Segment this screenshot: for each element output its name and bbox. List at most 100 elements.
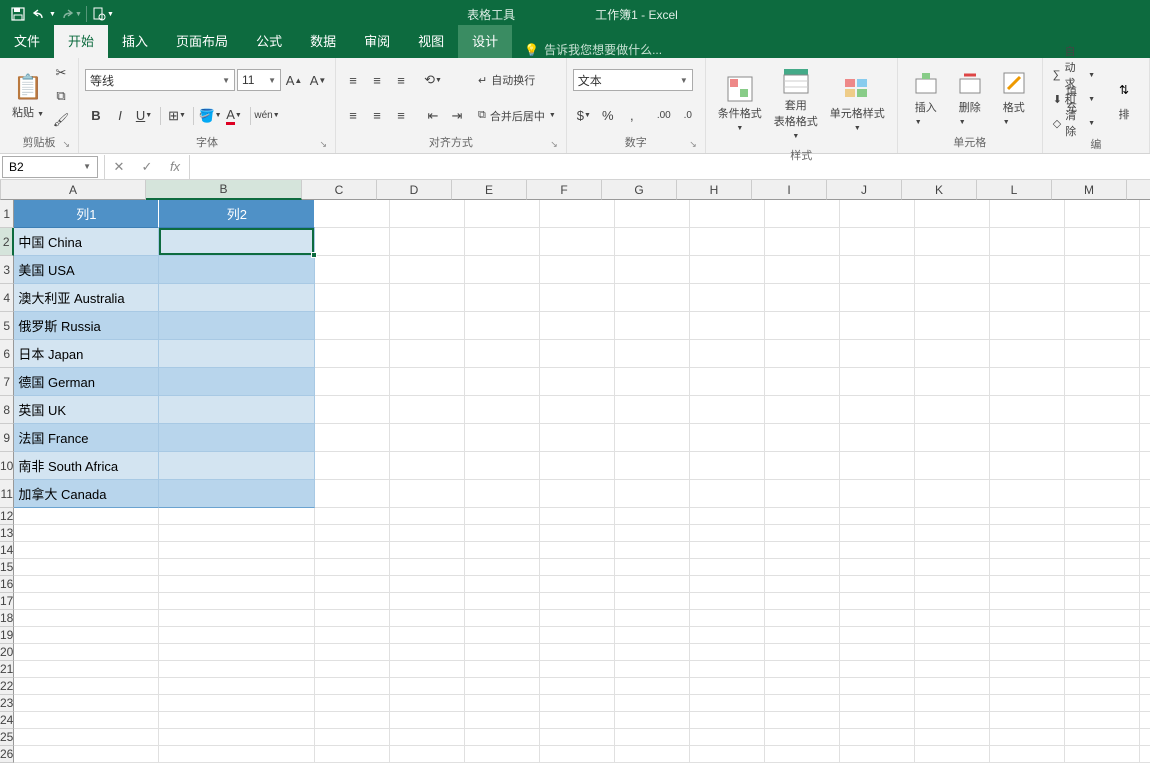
cell[interactable] xyxy=(315,678,390,695)
cell[interactable]: 日本 Japan xyxy=(14,340,159,368)
cell[interactable] xyxy=(840,452,915,480)
cell[interactable] xyxy=(765,644,840,661)
cell[interactable] xyxy=(465,746,540,763)
align-bottom-button[interactable]: ≡ xyxy=(390,69,412,91)
cell[interactable] xyxy=(840,312,915,340)
cell[interactable] xyxy=(915,678,990,695)
cell[interactable] xyxy=(159,729,315,746)
cell[interactable] xyxy=(765,452,840,480)
cell[interactable] xyxy=(315,610,390,627)
cell[interactable] xyxy=(1140,746,1150,763)
cell[interactable] xyxy=(990,576,1065,593)
cell[interactable] xyxy=(315,480,390,508)
cell[interactable] xyxy=(690,661,765,678)
launcher-icon[interactable]: ↘ xyxy=(62,139,70,150)
column-header[interactable]: E xyxy=(452,180,527,200)
tab-review[interactable]: 审阅 xyxy=(350,25,404,58)
cell[interactable] xyxy=(390,396,465,424)
cell[interactable] xyxy=(540,542,615,559)
cell[interactable] xyxy=(765,695,840,712)
cell[interactable] xyxy=(315,559,390,576)
cell[interactable] xyxy=(315,340,390,368)
column-header[interactable]: K xyxy=(902,180,977,200)
cell[interactable] xyxy=(615,593,690,610)
cell[interactable] xyxy=(915,228,990,256)
cell[interactable] xyxy=(390,525,465,542)
row-header[interactable]: 7 xyxy=(0,368,14,396)
cell[interactable] xyxy=(540,452,615,480)
row-header[interactable]: 2 xyxy=(0,228,14,256)
cell[interactable] xyxy=(915,542,990,559)
cell[interactable] xyxy=(1065,396,1140,424)
cell[interactable] xyxy=(915,559,990,576)
cell[interactable] xyxy=(690,312,765,340)
cell[interactable] xyxy=(1065,559,1140,576)
cell[interactable] xyxy=(990,508,1065,525)
cell[interactable] xyxy=(690,200,765,228)
cell[interactable] xyxy=(1140,284,1150,312)
cell[interactable] xyxy=(465,695,540,712)
cell[interactable] xyxy=(915,508,990,525)
cell[interactable] xyxy=(1065,508,1140,525)
cell[interactable] xyxy=(540,576,615,593)
cell[interactable] xyxy=(540,480,615,508)
cell[interactable] xyxy=(14,746,159,763)
cell[interactable] xyxy=(615,661,690,678)
cell[interactable] xyxy=(14,576,159,593)
cell[interactable] xyxy=(390,256,465,284)
cell[interactable] xyxy=(915,576,990,593)
cell[interactable] xyxy=(840,593,915,610)
insert-cells-button[interactable]: 插入▼ xyxy=(904,61,948,132)
row-header[interactable]: 4 xyxy=(0,284,14,312)
cell[interactable] xyxy=(990,661,1065,678)
cell[interactable] xyxy=(690,576,765,593)
cell[interactable] xyxy=(990,452,1065,480)
cell[interactable] xyxy=(690,228,765,256)
cell[interactable] xyxy=(1065,452,1140,480)
cell[interactable] xyxy=(390,712,465,729)
cell[interactable] xyxy=(765,729,840,746)
cell[interactable] xyxy=(390,610,465,627)
cell[interactable] xyxy=(465,542,540,559)
cut-button[interactable]: ✂ xyxy=(50,62,72,84)
cell[interactable] xyxy=(1065,368,1140,396)
cell[interactable] xyxy=(390,627,465,644)
percent-button[interactable]: % xyxy=(597,105,619,127)
cell[interactable]: 澳大利亚 Australia xyxy=(14,284,159,312)
cell[interactable] xyxy=(840,644,915,661)
column-header[interactable]: N xyxy=(1127,180,1150,200)
cell[interactable] xyxy=(159,312,315,340)
bold-button[interactable]: B xyxy=(85,105,107,127)
sort-filter-button[interactable]: ⇅ 排 xyxy=(1105,61,1143,134)
cell[interactable] xyxy=(1140,368,1150,396)
cell[interactable] xyxy=(1140,678,1150,695)
cell[interactable] xyxy=(14,695,159,712)
cell[interactable] xyxy=(540,678,615,695)
cell[interactable] xyxy=(315,712,390,729)
cell[interactable] xyxy=(840,678,915,695)
undo-button[interactable]: ▼ xyxy=(32,2,56,26)
cell[interactable] xyxy=(840,396,915,424)
cell[interactable] xyxy=(315,729,390,746)
cell[interactable] xyxy=(14,542,159,559)
cell[interactable] xyxy=(159,525,315,542)
cell[interactable] xyxy=(540,396,615,424)
font-size-combo[interactable]: 11▼ xyxy=(237,69,281,91)
cell[interactable] xyxy=(540,729,615,746)
cell[interactable] xyxy=(765,256,840,284)
cell[interactable] xyxy=(1065,525,1140,542)
cell[interactable]: 加拿大 Canada xyxy=(14,480,159,508)
cell[interactable] xyxy=(1065,576,1140,593)
cell[interactable] xyxy=(1065,312,1140,340)
cell[interactable] xyxy=(1065,746,1140,763)
cell[interactable] xyxy=(765,610,840,627)
cell[interactable] xyxy=(615,746,690,763)
cell[interactable] xyxy=(390,508,465,525)
cell[interactable] xyxy=(915,661,990,678)
row-header[interactable]: 14 xyxy=(0,542,14,559)
cell[interactable] xyxy=(690,695,765,712)
cell[interactable] xyxy=(990,729,1065,746)
cell[interactable] xyxy=(840,712,915,729)
cell[interactable] xyxy=(915,452,990,480)
borders-button[interactable]: ⊞▼ xyxy=(166,105,188,127)
